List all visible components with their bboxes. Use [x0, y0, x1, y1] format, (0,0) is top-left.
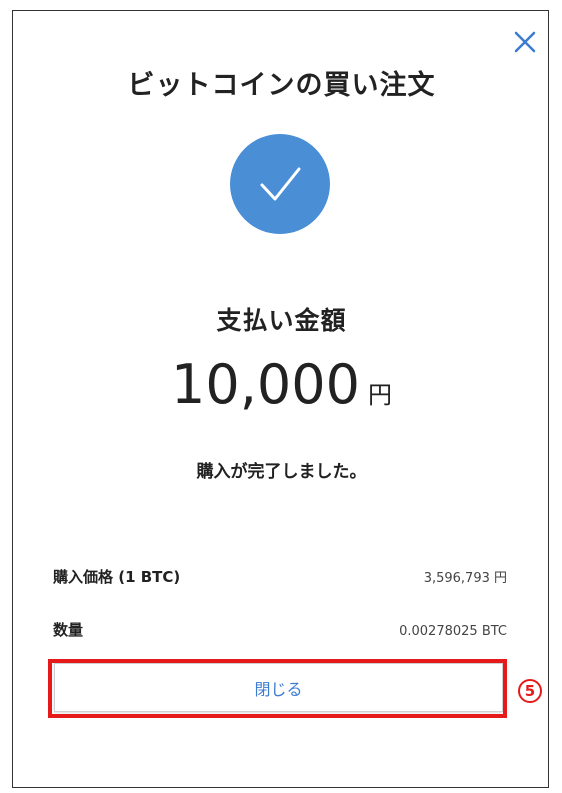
order-dialog: ビットコインの買い注文 支払い金額 10,000 円 購入が完了しました。 購入価… [12, 10, 549, 788]
detail-row-quantity: 数量 0.00278025 BTC [53, 619, 507, 640]
detail-row-price: 購入価格 (1 BTC) 3,596,793 円 [53, 566, 507, 587]
detail-value: 0.00278025 BTC [399, 624, 507, 639]
close-icon-button[interactable] [509, 26, 541, 58]
dialog-title: ビットコインの買い注文 [127, 70, 436, 101]
payment-amount-label: 支払い金額 [216, 306, 347, 335]
checkmark-icon [260, 167, 301, 201]
success-status-circle [230, 134, 330, 234]
detail-value: 3,596,793 円 [423, 571, 507, 586]
step-number-badge: 5 [518, 679, 542, 703]
payment-amount-value: 10,000 [171, 353, 360, 416]
purchase-complete-message: 購入が完了しました。 [196, 462, 367, 482]
payment-amount: 10,000 円 [13, 353, 550, 416]
detail-label: 購入価格 (1 BTC) [53, 568, 181, 586]
payment-amount-unit: 円 [367, 381, 392, 409]
detail-label: 数量 [53, 621, 84, 639]
close-icon[interactable] [514, 31, 536, 53]
close-button[interactable]: 閉じる [54, 663, 503, 712]
